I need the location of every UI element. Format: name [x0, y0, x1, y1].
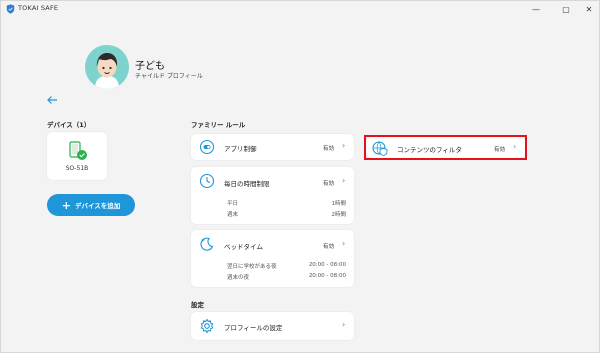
weekday-value: 1時間 [331, 201, 347, 207]
phone-check-icon [69, 141, 87, 160]
weekend-night-label: 週末の夜 [227, 275, 250, 281]
profile-type: チャイルド プロフィール [135, 73, 203, 80]
close-button[interactable]: ✕ [579, 2, 599, 16]
bedtime-title: ベッドタイム [224, 243, 263, 251]
shield-icon [6, 4, 15, 14]
app-control-title: アプリ制御 [224, 145, 257, 153]
daily-time-limit-status: 有効 [323, 181, 335, 187]
weekend-label: 週末 [227, 212, 239, 218]
bedtime-card[interactable]: ベッドタイム 有効 › 翌日に学校がある夜 20:00 - 08:00 週末の夜… [191, 230, 354, 287]
chevron-right-icon: › [342, 239, 346, 248]
device-name: SO-51B [65, 165, 89, 172]
daily-time-limit-card[interactable]: 毎日の時間制限 有効 › 平日 1時間 週末 2時間 [191, 167, 354, 224]
bedtime-status: 有効 [323, 244, 335, 250]
profile-settings-card[interactable]: プロフィールの設定 › [191, 312, 354, 340]
weekday-label: 平日 [227, 201, 239, 207]
app-control-status: 有効 [323, 146, 335, 152]
child-avatar-icon [85, 45, 129, 89]
profile-name: 子ども [135, 61, 165, 72]
app-window: TOKAI SAFE — ▢ ✕ 子ども チャイルド プロフィール デバイス（1… [0, 0, 600, 353]
chevron-right-icon: › [342, 141, 346, 150]
avatar [85, 45, 129, 89]
plus-icon: + [61, 198, 71, 212]
devices-section-label: デバイス（1） [47, 121, 91, 129]
settings-section-label: 設定 [191, 301, 204, 309]
app-title: TOKAI SAFE [18, 4, 59, 12]
minimize-button[interactable]: — [526, 2, 546, 16]
weekend-night-value: 20:00 - 08:00 [308, 273, 346, 279]
clock-icon [199, 173, 215, 189]
gear-icon [200, 318, 214, 334]
chevron-right-icon: › [342, 176, 346, 185]
daily-time-limit-title: 毎日の時間制限 [224, 180, 270, 188]
back-arrow-icon[interactable] [46, 94, 58, 106]
add-device-label: デバイスを追加 [74, 202, 121, 210]
family-rules-section-label: ファミリー ルール [191, 121, 246, 129]
school-night-label: 翌日に学校がある夜 [227, 264, 277, 270]
highlight-box [364, 135, 527, 160]
app-control-card[interactable]: アプリ制御 有効 › [191, 134, 354, 160]
app-control-icon [199, 139, 215, 155]
device-card[interactable]: SO-51B [47, 132, 107, 180]
weekend-value: 2時間 [331, 212, 347, 218]
school-night-value: 20:00 - 08:00 [308, 262, 346, 268]
chevron-right-icon: › [342, 320, 346, 329]
moon-stars-icon [200, 237, 214, 251]
add-device-button[interactable]: + デバイスを追加 [47, 194, 135, 216]
title-bar: TOKAI SAFE — ▢ ✕ [1, 1, 600, 17]
profile-settings-title: プロフィールの設定 [224, 324, 283, 332]
maximize-button[interactable]: ▢ [556, 2, 576, 16]
